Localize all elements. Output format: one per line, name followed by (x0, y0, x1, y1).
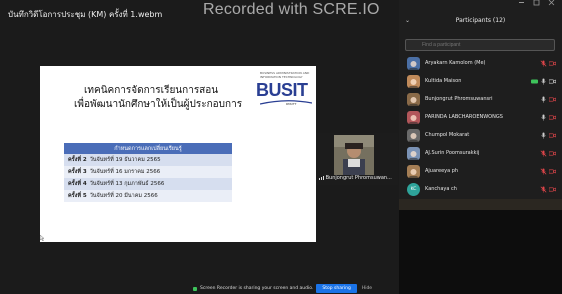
participant-status-icons (540, 114, 556, 121)
recorder-watermark: Recorded with SCRE.IO (203, 1, 380, 18)
camera-off-icon[interactable] (549, 60, 556, 67)
self-video-preview (399, 210, 562, 294)
participant-name: Chumpol Mokarat (425, 132, 470, 138)
participant-row[interactable]: PARINDA LABCHAROENWONGS (399, 109, 562, 125)
participant-row[interactable]: Aryakarn Kamolom (Me) (399, 55, 562, 71)
camera-off-icon[interactable] (549, 132, 556, 139)
session-date: วันจันทร์ที่ 13 กุมภาพันธ์ 2566 (89, 181, 165, 187)
video-file-title: บันทึกวิดีโอการประชุม (KM) ครั้งที่ 1.we… (8, 10, 163, 19)
stop-sharing-button[interactable]: Stop sharing (316, 284, 357, 293)
participants-title: Participants (12) (455, 17, 506, 24)
participant-row[interactable]: Chumpol Mokarat (399, 127, 562, 143)
mic-muted-icon[interactable] (540, 168, 547, 175)
participant-name: AJ.Surin Poomsurakkij (425, 150, 480, 156)
schedule-row: ครั้งที่ 5 วันจันทร์ที่ 20 มีนาคม 2566 (64, 190, 232, 202)
mic-icon[interactable] (540, 132, 547, 139)
participant-row[interactable]: AJ.Surin Poomsurakkij (399, 145, 562, 161)
slide-title-line-1: เทคนิคการจัดการเรียนการสอน (84, 85, 219, 96)
participant-status-icons (540, 60, 556, 67)
avatar (407, 110, 420, 124)
speaker-video (334, 135, 374, 175)
schedule-row: ครั้งที่ 2 วันจันทร์ที่ 19 ธันวาคม 2565 (64, 154, 232, 166)
participant-name: Kultida Maison (425, 78, 462, 84)
mic-icon[interactable] (540, 114, 547, 121)
session-date: วันจันทร์ที่ 20 มีนาคม 2566 (89, 193, 158, 199)
participant-name: PARINDA LABCHAROENWONGS (425, 114, 503, 120)
participant-row[interactable]: Ajuareeya ph (399, 163, 562, 179)
camera-on-icon[interactable] (531, 78, 538, 85)
camera-off-icon[interactable] (549, 78, 556, 85)
screen-share-bar: Screen Recorder is sharing your screen a… (193, 283, 374, 294)
video-preview-edge (399, 199, 562, 210)
participant-status-icons (540, 96, 556, 103)
participant-search-input[interactable] (405, 39, 555, 51)
participant-name: Aryakarn Kamolom (Me) (425, 60, 486, 66)
avatar (407, 92, 420, 106)
session-number: ครั้งที่ 5 (68, 193, 87, 199)
camera-off-icon[interactable] (549, 186, 556, 193)
session-number: ครั้งที่ 3 (68, 169, 87, 175)
participant-status-icons (540, 150, 556, 157)
camera-off-icon[interactable] (549, 150, 556, 157)
participant-status-icons (540, 186, 556, 193)
slide-title-line-2: เพื่อพัฒนานักศึกษาให้เป็นผู้ประกอบการ (74, 99, 243, 110)
signal-icon (319, 175, 324, 180)
participant-name: Bunjongrut Phromsuwansri (425, 96, 493, 102)
speaker-name-label: Bunjongrut Phromsuwan... (319, 175, 392, 181)
session-date: วันจันทร์ที่ 16 มกราคม 2566 (89, 169, 161, 175)
participant-status-icons (540, 168, 556, 175)
avatar: KC (407, 182, 420, 196)
participant-status-icons (531, 78, 556, 85)
schedule-row: ครั้งที่ 4 วันจันทร์ที่ 13 กุมภาพันธ์ 256… (64, 178, 232, 190)
camera-off-icon[interactable] (549, 96, 556, 103)
share-status-text: Screen Recorder is sharing your screen a… (200, 286, 314, 291)
schedule-row: ครั้งที่ 3 วันจันทร์ที่ 16 มกราคม 2566 (64, 166, 232, 178)
participant-status-icons (540, 132, 556, 139)
participant-name: Ajuareeya ph (425, 168, 459, 174)
mic-muted-icon[interactable] (540, 150, 547, 157)
session-date: วันจันทร์ที่ 19 ธันวาคม 2565 (89, 157, 161, 163)
logo-tagline: BUSINESS ADMINISTRATION AND INFORMATION … (260, 71, 310, 79)
mic-muted-icon[interactable] (540, 60, 547, 67)
avatar (407, 128, 420, 142)
participant-name: Kanchaya ch (425, 186, 457, 192)
close-icon[interactable] (548, 0, 555, 6)
avatar (407, 164, 420, 178)
avatar (407, 56, 420, 70)
maximize-icon[interactable] (533, 0, 540, 6)
mic-muted-icon[interactable] (540, 186, 547, 193)
mouse-cursor-icon (40, 235, 45, 241)
participant-row[interactable]: KC Kanchaya ch (399, 181, 562, 197)
active-speaker-tile[interactable]: Bunjongrut Phromsuwan... (316, 133, 398, 185)
schedule-table: กำหนดการแลกเปลี่ยนเรียนรู้ ครั้งที่ 2 วัน… (64, 143, 232, 202)
logo-subtext: RMUTT (286, 102, 297, 106)
session-number: ครั้งที่ 2 (68, 157, 87, 163)
participant-row[interactable]: Kultida Maison (399, 73, 562, 89)
avatar (407, 74, 420, 88)
minimize-icon[interactable] (519, 2, 524, 3)
camera-off-icon[interactable] (549, 168, 556, 175)
mic-icon[interactable] (540, 78, 547, 85)
participant-row[interactable]: Bunjongrut Phromsuwansri (399, 91, 562, 107)
hide-share-bar-button[interactable]: Hide (360, 286, 374, 291)
busit-logo: BUSIT (256, 80, 308, 100)
avatar (407, 146, 420, 160)
speaker-name-text: Bunjongrut Phromsuwan... (325, 175, 392, 181)
window-controls (519, 0, 555, 6)
mic-icon[interactable] (540, 96, 547, 103)
camera-off-icon[interactable] (549, 114, 556, 121)
sharing-indicator-icon (193, 286, 197, 291)
presentation-slide: เทคนิคการจัดการเรียนการสอน เพื่อพัฒนานัก… (40, 66, 316, 242)
session-number: ครั้งที่ 4 (68, 181, 87, 187)
schedule-header: กำหนดการแลกเปลี่ยนเรียนรู้ (64, 143, 232, 154)
speaker-portrait-icon (334, 135, 374, 175)
shared-screen-stage: บันทึกวิดีโอการประชุม (KM) ครั้งที่ 1.we… (0, 0, 399, 294)
